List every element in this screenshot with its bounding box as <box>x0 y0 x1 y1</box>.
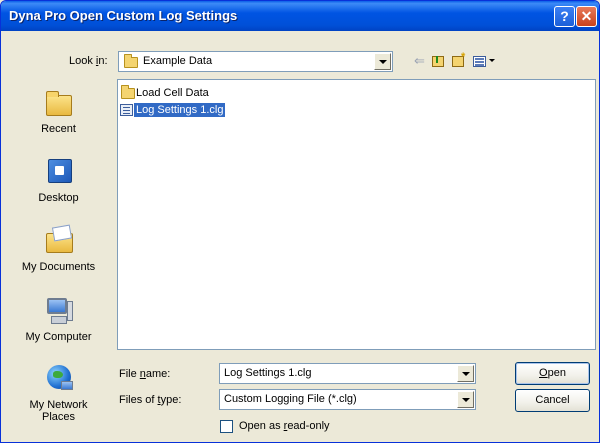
window-title: Dyna Pro Open Custom Log Settings <box>9 8 238 23</box>
look-in-value: Example Data <box>143 55 213 67</box>
look-in-label-suffix: n: <box>98 55 108 67</box>
read-only-label-text: Open as <box>239 420 284 432</box>
place-network-label-line2: Places <box>41 411 76 423</box>
place-recent-label: Recent <box>41 123 76 135</box>
file-type-label: Files of type: <box>119 394 181 406</box>
document-icon <box>120 104 133 116</box>
title-bar[interactable]: Dyna Pro Open Custom Log Settings ? ✕ <box>1 1 599 31</box>
place-desktop[interactable]: Desktop <box>7 156 110 204</box>
network-globe-icon <box>43 363 75 395</box>
back-arrow-icon[interactable]: ⇐ <box>414 54 425 68</box>
place-network-label-line1: My Network <box>29 399 88 411</box>
file-type-label-suffix: ype: <box>160 394 182 406</box>
place-my-network-places[interactable]: My Network Places <box>7 363 110 423</box>
list-item-label: Log Settings 1.clg <box>134 103 226 117</box>
read-only-label[interactable]: Open as read-only <box>239 420 330 432</box>
place-my-computer[interactable]: My Computer <box>7 295 110 343</box>
my-documents-icon <box>43 225 75 257</box>
close-button[interactable]: ✕ <box>576 6 597 27</box>
file-name-input[interactable]: Log Settings 1.clg <box>219 363 476 384</box>
read-only-checkbox[interactable] <box>220 420 233 433</box>
look-in-label-text: Look <box>69 55 96 67</box>
help-button[interactable]: ? <box>554 6 575 27</box>
open-button[interactable]: Open <box>515 362 590 385</box>
file-name-dropdown-arrow[interactable] <box>457 365 474 382</box>
look-in-dropdown-arrow[interactable] <box>374 53 391 70</box>
file-type-label-text: Files of <box>119 394 158 406</box>
file-list[interactable]: Load Cell Data Log Settings 1.clg <box>117 79 596 350</box>
desktop-icon <box>43 156 75 188</box>
file-name-label-suffix: ame: <box>145 368 171 380</box>
file-name-label-text: File <box>119 368 140 380</box>
my-computer-icon <box>43 295 75 327</box>
open-button-label: pen <box>547 367 566 379</box>
place-recent[interactable]: Recent <box>7 87 110 135</box>
read-only-label-suffix: ead-only <box>287 420 330 432</box>
views-menu-icon[interactable] <box>473 56 486 67</box>
look-in-label: Look in: <box>69 55 108 67</box>
open-dialog: Dyna Pro Open Custom Log Settings ? ✕ Lo… <box>0 0 600 443</box>
place-my-documents[interactable]: My Documents <box>7 225 110 273</box>
new-folder-icon[interactable] <box>452 50 465 67</box>
place-my-computer-label: My Computer <box>25 331 92 343</box>
cancel-button[interactable]: Cancel <box>515 389 590 412</box>
place-my-documents-label: My Documents <box>21 261 96 273</box>
file-type-dropdown-arrow[interactable] <box>457 391 474 408</box>
open-button-accel: O <box>539 367 548 379</box>
file-name-label: File name: <box>119 368 170 380</box>
chevron-down-icon[interactable] <box>489 59 495 62</box>
folder-icon <box>124 54 138 68</box>
file-type-dropdown[interactable]: Custom Logging File (*.clg) <box>219 389 476 410</box>
up-folder-icon[interactable] <box>432 56 444 67</box>
place-desktop-label: Desktop <box>38 192 79 204</box>
file-type-value: Custom Logging File (*.clg) <box>224 393 357 405</box>
folder-icon <box>121 85 135 99</box>
recent-folder-icon <box>43 87 75 119</box>
place-network-label: My Network Places <box>7 399 110 423</box>
file-name-value: Log Settings 1.clg <box>224 367 312 379</box>
list-item-label: Load Cell Data <box>136 87 209 99</box>
look-in-dropdown[interactable]: Example Data <box>118 51 393 72</box>
places-bar: Recent Desktop My Documents My Computer … <box>7 79 110 438</box>
